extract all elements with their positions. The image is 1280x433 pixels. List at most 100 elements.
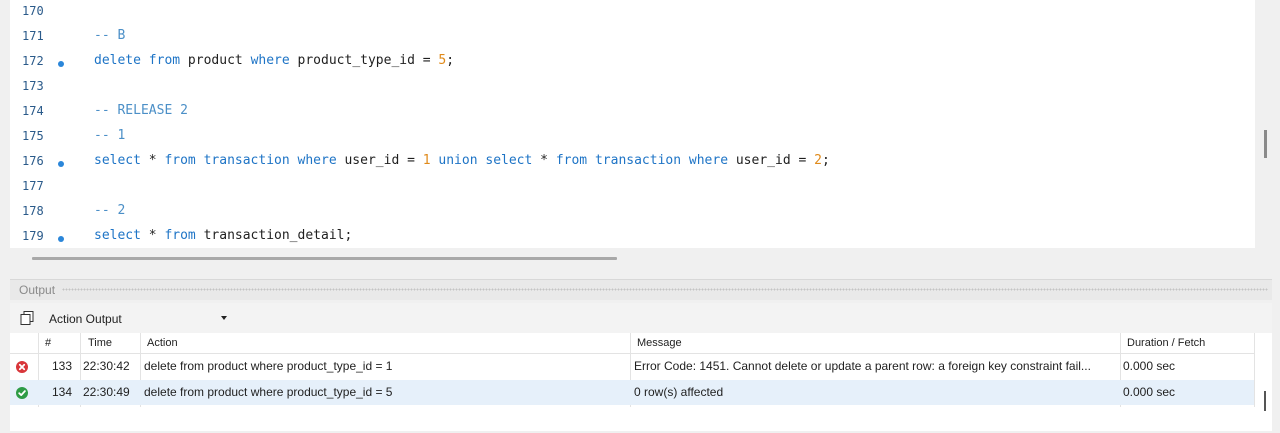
output-panel-header: Output <box>10 279 1272 300</box>
column-header-num[interactable]: # <box>45 337 51 349</box>
column-divider[interactable] <box>1254 333 1255 407</box>
editor-line[interactable]: 171 -- B <box>10 25 1255 50</box>
output-row[interactable]: 134 22:30:49 delete from product where p… <box>10 380 1254 405</box>
code-text[interactable]: select * from transaction where user_id … <box>94 153 830 168</box>
row-duration: 0.000 sec <box>1123 385 1176 399</box>
row-action: delete from product where product_type_i… <box>144 359 393 373</box>
editor-line[interactable]: 178 -- 2 <box>10 200 1255 225</box>
editor-line[interactable]: 170 <box>10 0 1255 25</box>
sql-keyword: where <box>250 53 290 68</box>
row-duration: 0.000 sec <box>1123 359 1176 373</box>
sql-keyword: select <box>94 153 141 168</box>
column-header-message[interactable]: Message <box>637 337 682 349</box>
line-number: 174 <box>22 104 44 118</box>
sql-token: ; <box>446 53 455 68</box>
code-text[interactable]: -- B <box>94 28 125 43</box>
error-icon <box>16 361 28 373</box>
line-number: 178 <box>22 204 44 218</box>
sql-keyword: from <box>164 228 196 243</box>
chevron-down-icon <box>221 316 227 320</box>
sql-number: 2 <box>814 153 822 168</box>
statement-marker-icon <box>58 236 64 242</box>
output-title: Output <box>19 283 56 297</box>
sql-keyword: select <box>485 153 533 168</box>
editor-line[interactable]: 174 -- RELEASE 2 <box>10 100 1255 125</box>
line-number: 172 <box>22 54 44 68</box>
line-number: 171 <box>22 29 44 43</box>
sql-token: user_id = <box>336 153 423 168</box>
code-text[interactable]: -- 1 <box>94 128 125 143</box>
line-number: 179 <box>22 229 44 243</box>
sql-token: ; <box>821 153 830 168</box>
editor-line[interactable]: 176 select * from transaction where user… <box>10 150 1255 175</box>
sql-editor[interactable]: 170 171 -- B 172 delete from product whe… <box>10 0 1255 248</box>
panel-grip[interactable] <box>62 288 1268 291</box>
sql-token: product <box>180 53 251 68</box>
sql-keyword: union <box>438 153 478 168</box>
sql-comment: -- 2 <box>94 203 126 218</box>
column-header-time[interactable]: Time <box>88 337 112 349</box>
line-number: 176 <box>22 154 44 168</box>
sql-comment: -- B <box>94 28 126 43</box>
row-time: 22:30:49 <box>83 385 130 399</box>
statement-marker-icon <box>58 61 64 67</box>
sql-token: * <box>140 228 165 243</box>
code-text[interactable]: delete from product where product_type_i… <box>94 53 454 68</box>
action-output-grid: # Time Action Message Duration / Fetch 1… <box>10 333 1272 431</box>
line-number: 173 <box>22 79 44 93</box>
editor-line[interactable]: 175 -- 1 <box>10 125 1255 150</box>
grid-empty-area <box>10 407 1254 431</box>
line-number: 175 <box>22 129 44 143</box>
grid-vertical-scrollbar[interactable] <box>1264 391 1266 411</box>
row-time: 22:30:42 <box>83 359 130 373</box>
sql-keyword: where <box>688 153 729 168</box>
editor-line[interactable]: 177 <box>10 175 1255 200</box>
sql-token: transaction_detail; <box>195 228 353 243</box>
sql-keyword: from <box>555 153 588 168</box>
editor-line[interactable]: 179 select * from transaction_detail; <box>10 225 1255 248</box>
code-text[interactable]: select * from transaction_detail; <box>94 228 352 243</box>
editor-vertical-scrollbar[interactable] <box>1264 130 1267 158</box>
sql-token: * <box>140 153 165 168</box>
column-header-duration[interactable]: Duration / Fetch <box>1127 337 1205 349</box>
editor-line[interactable]: 173 <box>10 75 1255 100</box>
row-num: 134 <box>52 385 73 399</box>
success-check-icon <box>16 387 28 399</box>
sql-keyword: from <box>148 53 181 68</box>
statement-marker-icon <box>58 161 64 167</box>
sql-token: user_id = <box>728 153 815 168</box>
output-toolbar: Action Output <box>10 303 1272 333</box>
code-text[interactable]: -- 2 <box>94 203 125 218</box>
sql-token: product_type_id = <box>289 53 439 68</box>
output-row[interactable]: 133 22:30:42 delete from product where p… <box>10 354 1254 379</box>
row-message: Error Code: 1451. Cannot delete or updat… <box>634 359 1091 373</box>
copy-icon[interactable] <box>19 310 35 326</box>
line-number: 177 <box>22 179 44 193</box>
sql-token: * <box>532 153 556 168</box>
output-type-value: Action Output <box>49 312 122 326</box>
sql-keyword: where <box>297 153 337 168</box>
sql-number: 1 <box>422 153 431 168</box>
sql-keyword: transaction <box>203 153 290 168</box>
line-number: 170 <box>22 4 44 18</box>
sql-keyword: select <box>94 228 141 243</box>
sql-keyword: transaction <box>594 153 682 168</box>
output-type-select[interactable]: Action Output <box>41 307 235 329</box>
column-header-action[interactable]: Action <box>147 337 178 349</box>
grid-header: # Time Action Message Duration / Fetch <box>10 333 1254 354</box>
sql-keyword: delete <box>94 53 141 68</box>
row-num: 133 <box>52 359 73 373</box>
sql-keyword: from <box>164 153 196 168</box>
sql-comment: -- 1 <box>94 128 126 143</box>
code-text[interactable]: -- RELEASE 2 <box>94 103 188 118</box>
editor-horizontal-scrollbar[interactable] <box>32 257 617 260</box>
row-action: delete from product where product_type_i… <box>144 385 393 399</box>
sql-comment: -- RELEASE 2 <box>94 103 188 118</box>
editor-line[interactable]: 172 delete from product where product_ty… <box>10 50 1255 75</box>
row-message: 0 row(s) affected <box>634 385 724 399</box>
